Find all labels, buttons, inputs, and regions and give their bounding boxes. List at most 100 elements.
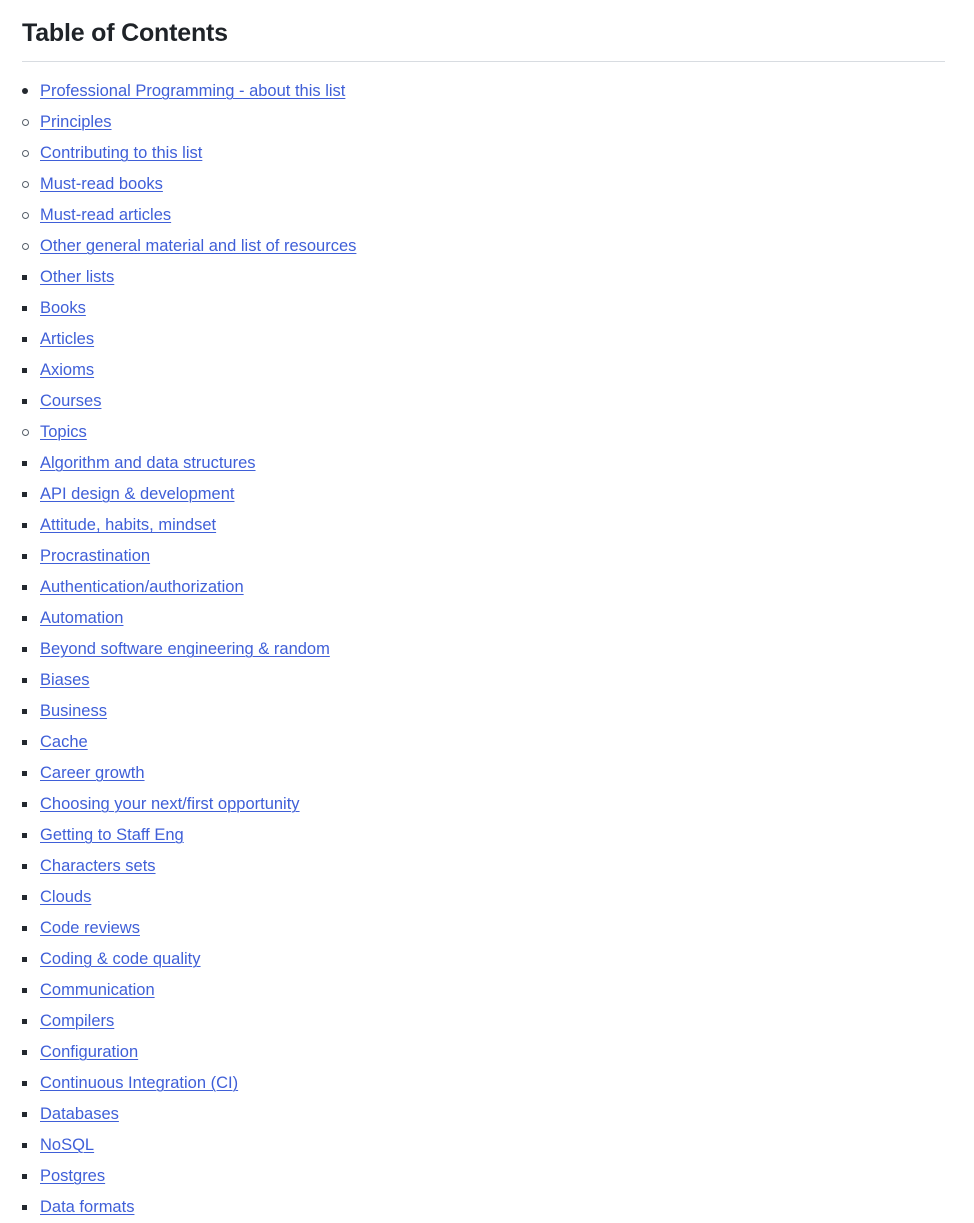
toc-item: Continuous Integration (CI): [22, 1068, 946, 1099]
toc-item: Compilers: [22, 1006, 946, 1037]
toc-link-continuous-integration-ci[interactable]: Continuous Integration (CI): [40, 1068, 238, 1099]
list-bullet-square-icon: [22, 1037, 40, 1068]
list-bullet-square-icon: [22, 324, 40, 355]
toc-item: Code reviews: [22, 913, 946, 944]
toc-link-procrastination[interactable]: Procrastination: [40, 541, 150, 572]
list-bullet-square-icon: [22, 913, 40, 944]
toc-item: Beyond software engineering & random: [22, 634, 946, 665]
toc-item: Articles: [22, 324, 946, 355]
list-bullet-square-icon: [22, 975, 40, 1006]
toc-link-attitude-habits-mindset[interactable]: Attitude, habits, mindset: [40, 510, 216, 541]
toc-sublist-level-4: NoSQL Postgres: [22, 1130, 946, 1192]
toc-item: Career growth Choosing your next/first op…: [22, 758, 946, 851]
toc-item: Courses: [22, 386, 946, 417]
list-bullet-square-icon: [22, 1068, 40, 1099]
toc-link-career-growth[interactable]: Career growth: [40, 758, 145, 789]
toc-link-configuration[interactable]: Configuration: [40, 1037, 138, 1068]
toc-item: Must-read articles: [22, 200, 946, 231]
toc-item: Books: [22, 293, 946, 324]
toc-link-beyond-software-engineering-random[interactable]: Beyond software engineering & random: [40, 634, 330, 665]
toc-link-professional-programming-about-this-list[interactable]: Professional Programming - about this li…: [40, 76, 345, 107]
toc-link-cache[interactable]: Cache: [40, 727, 88, 758]
toc-row: Professional Programming - about this li…: [22, 76, 946, 107]
toc-row: Data formats: [22, 1192, 946, 1223]
toc-link-articles[interactable]: Articles: [40, 324, 94, 355]
list-bullet-square-icon: [22, 789, 40, 820]
list-bullet-disc-icon: [22, 76, 40, 107]
list-bullet-square-icon: [22, 479, 40, 510]
toc-item: Automation: [22, 603, 946, 634]
toc-item: Attitude, habits, mindset Procrastination: [22, 510, 946, 572]
list-bullet-square-icon: [22, 262, 40, 293]
list-bullet-square-icon: [22, 758, 40, 789]
toc-link-compilers[interactable]: Compilers: [40, 1006, 114, 1037]
toc-row: Configuration: [22, 1037, 946, 1068]
list-bullet-square-icon: [22, 448, 40, 479]
toc-row: Code reviews: [22, 913, 946, 944]
toc-link-clouds[interactable]: Clouds: [40, 882, 91, 913]
toc-list-root: Professional Programming - about this li…: [22, 76, 946, 1223]
toc-row: Courses: [22, 386, 946, 417]
list-bullet-square-icon: [22, 293, 40, 324]
toc-row: Attitude, habits, mindset: [22, 510, 946, 541]
toc-row: Clouds: [22, 882, 946, 913]
toc-sublist-level-3: Algorithm and data structures API design …: [22, 448, 946, 1223]
toc-link-choosing-your-next-first-opportunity[interactable]: Choosing your next/first opportunity: [40, 789, 300, 820]
list-bullet-square-icon: [22, 1130, 40, 1161]
page-title: Table of Contents: [22, 19, 228, 47]
toc-row: Beyond software engineering & random: [22, 634, 946, 665]
toc-item: Characters sets: [22, 851, 946, 882]
toc-link-automation[interactable]: Automation: [40, 603, 123, 634]
toc-item: Cache: [22, 727, 946, 758]
toc-page: Table of Contents Professional Programmi…: [0, 0, 974, 1223]
toc-link-coding-code-quality[interactable]: Coding & code quality: [40, 944, 201, 975]
toc-link-biases[interactable]: Biases: [40, 665, 90, 696]
toc-row: Other general material and list of resou…: [22, 231, 946, 262]
toc-link-authentication-authorization[interactable]: Authentication/authorization: [40, 572, 244, 603]
toc-link-api-design-development[interactable]: API design & development: [40, 479, 234, 510]
toc-item: NoSQL: [22, 1130, 946, 1161]
toc-link-communication[interactable]: Communication: [40, 975, 155, 1006]
list-bullet-square-icon: [22, 510, 40, 541]
list-bullet-circle-icon: [22, 417, 40, 448]
toc-row: Choosing your next/first opportunity: [22, 789, 946, 820]
toc-link-topics[interactable]: Topics: [40, 417, 87, 448]
toc-link-courses[interactable]: Courses: [40, 386, 101, 417]
toc-link-other-general-material-and-list-of-resources[interactable]: Other general material and list of resou…: [40, 231, 356, 262]
toc-link-other-lists[interactable]: Other lists: [40, 262, 114, 293]
toc-row: Must-read books: [22, 169, 946, 200]
toc-row: Contributing to this list: [22, 138, 946, 169]
toc-link-postgres[interactable]: Postgres: [40, 1161, 105, 1192]
toc-row: API design & development: [22, 479, 946, 510]
toc-link-contributing-to-this-list[interactable]: Contributing to this list: [40, 138, 202, 169]
toc-item: Configuration: [22, 1037, 946, 1068]
list-bullet-square-icon: [22, 1006, 40, 1037]
toc-item: Axioms: [22, 355, 946, 386]
toc-item: Postgres: [22, 1161, 946, 1192]
toc-row: Continuous Integration (CI): [22, 1068, 946, 1099]
toc-link-must-read-books[interactable]: Must-read books: [40, 169, 163, 200]
toc-link-getting-to-staff-eng[interactable]: Getting to Staff Eng: [40, 820, 184, 851]
toc-link-nosql[interactable]: NoSQL: [40, 1130, 94, 1161]
toc-item: Professional Programming - about this li…: [22, 76, 946, 1223]
toc-row: Databases: [22, 1099, 946, 1130]
toc-row: Compilers: [22, 1006, 946, 1037]
toc-link-data-formats[interactable]: Data formats: [40, 1192, 134, 1223]
toc-item: Authentication/authorization: [22, 572, 946, 603]
toc-row: Other lists: [22, 262, 946, 293]
toc-link-databases[interactable]: Databases: [40, 1099, 119, 1130]
list-bullet-circle-icon: [22, 107, 40, 138]
toc-link-code-reviews[interactable]: Code reviews: [40, 913, 140, 944]
toc-link-business[interactable]: Business: [40, 696, 107, 727]
toc-item: Databases NoSQL Postgres: [22, 1099, 946, 1192]
toc-item: Communication: [22, 975, 946, 1006]
toc-link-axioms[interactable]: Axioms: [40, 355, 94, 386]
list-bullet-circle-icon: [22, 138, 40, 169]
list-bullet-square-icon: [22, 1192, 40, 1223]
toc-link-must-read-articles[interactable]: Must-read articles: [40, 200, 171, 231]
toc-link-algorithm-and-data-structures[interactable]: Algorithm and data structures: [40, 448, 256, 479]
toc-link-principles[interactable]: Principles: [40, 107, 112, 138]
toc-link-characters-sets[interactable]: Characters sets: [40, 851, 156, 882]
toc-item: Clouds: [22, 882, 946, 913]
toc-link-books[interactable]: Books: [40, 293, 86, 324]
